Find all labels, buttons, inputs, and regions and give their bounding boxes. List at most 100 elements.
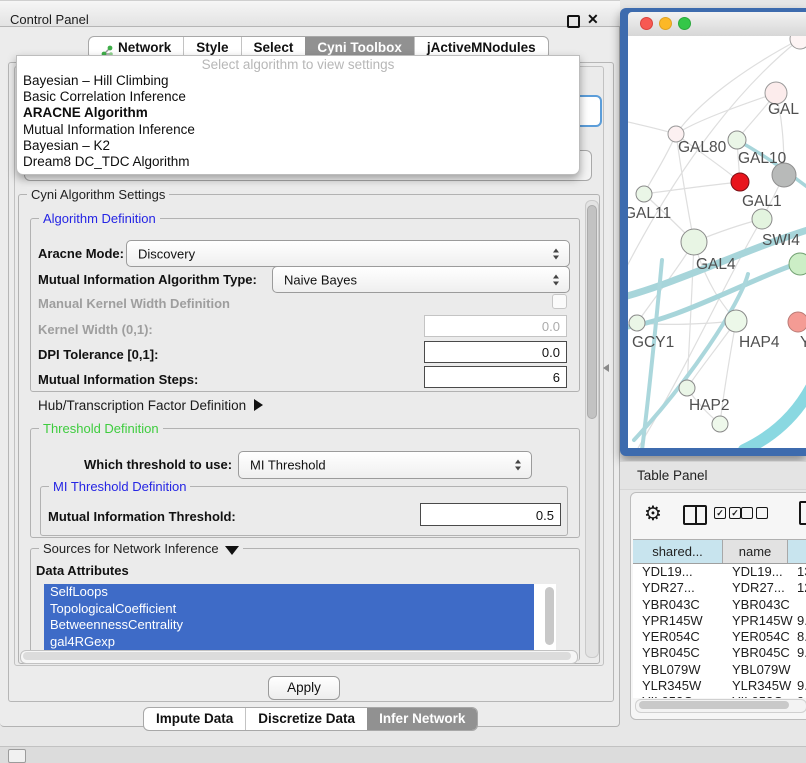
settings-vertical-scrollbar[interactable] (585, 200, 599, 658)
table-cell: YBR045C (723, 645, 788, 661)
aracne-mode-value: Discovery (138, 246, 195, 261)
zoom-light[interactable] (678, 17, 691, 30)
table-cell: YIL052C (633, 694, 723, 698)
table-cell: YPR145W (723, 613, 788, 629)
network-node-label: Y (800, 334, 806, 351)
attribute-item-selected[interactable]: BetweennessCentrality (44, 617, 534, 634)
column-header[interactable]: shared... (633, 540, 723, 563)
close-icon[interactable]: ✕ (587, 11, 599, 28)
algorithm-option[interactable]: Bayesian – K2 (23, 138, 573, 154)
table-row[interactable]: YDR27...YDR27...12 (633, 580, 806, 596)
float-window-icon[interactable] (567, 15, 580, 28)
table-cell (788, 597, 806, 613)
sources-legend[interactable]: Sources for Network Inference (39, 541, 243, 556)
table-row[interactable]: YPR145WYPR145W9. (633, 613, 806, 629)
network-edge-highlighted (744, 382, 806, 448)
control-panel-title: Control Panel (10, 12, 89, 27)
algorithm-option[interactable]: Basic Correlation Inference (23, 89, 573, 105)
settings-horizontal-scrollbar[interactable] (20, 650, 578, 664)
table-row[interactable]: YIL052CYIL052C9 (633, 694, 806, 698)
deselect-all-columns-icon[interactable] (741, 507, 768, 519)
collapsed-panel-icon[interactable] (8, 749, 26, 763)
apply-button[interactable]: Apply (268, 676, 340, 700)
data-attributes-list[interactable]: SelfLoopsTopologicalCoefficientBetweenne… (44, 584, 556, 655)
cyni-bottom-tabs: Impute DataDiscretize DataInfer Network (143, 707, 478, 731)
network-canvas[interactable]: GALGAL80GAL10GAL1GAL11SWI4GAL4GCY1HAP4YH… (628, 36, 806, 448)
table-row[interactable]: YBR043CYBR043C (633, 597, 806, 613)
unchecked-box-icon (741, 507, 753, 519)
kernel-width-label: Kernel Width (0,1): (38, 322, 153, 337)
which-threshold-label: Which threshold to use: (84, 457, 232, 472)
algorithm-option[interactable]: ARACNE Algorithm (23, 105, 573, 121)
dpi-tolerance-field[interactable]: 0.0 (424, 341, 567, 363)
network-node[interactable] (629, 315, 645, 331)
table-horizontal-scrollbar[interactable] (635, 699, 806, 713)
kernel-width-field[interactable]: 0.0 (424, 315, 567, 337)
mi-threshold-field[interactable]: 0.5 (420, 503, 561, 526)
gear-icon[interactable]: ⚙ (644, 501, 662, 526)
table-row[interactable]: YDL19...YDL19...13 (633, 564, 806, 580)
bottom-tab-infer-network[interactable]: Infer Network (367, 708, 477, 730)
column-header[interactable] (788, 540, 806, 563)
aracne-mode-select[interactable]: Discovery (126, 240, 570, 267)
algorithm-definition-legend: Algorithm Definition (39, 211, 160, 226)
network-node[interactable] (790, 36, 806, 49)
attribute-item-selected[interactable]: TopologicalCoefficient (44, 601, 534, 618)
bottom-tab-discretize-data[interactable]: Discretize Data (245, 708, 367, 730)
mi-algorithm-type-select[interactable]: Naive Bayes (272, 266, 570, 293)
select-all-columns-icon[interactable]: ✓ ✓ (714, 507, 741, 519)
list-scrollbar[interactable] (545, 587, 554, 645)
page-icon[interactable] (799, 501, 806, 525)
table-cell: YDR27... (723, 580, 788, 596)
mi-threshold-label: Mutual Information Threshold: (48, 509, 236, 524)
network-view-window[interactable]: GALGAL80GAL10GAL1GAL11SWI4GAL4GCY1HAP4YH… (620, 8, 806, 456)
minimize-light[interactable] (659, 17, 672, 30)
network-graph[interactable]: GALGAL80GAL10GAL1GAL11SWI4GAL4GCY1HAP4YH… (628, 36, 806, 448)
node-table: shared...name YDL19...YDL19...13YDR27...… (633, 539, 806, 698)
column-header[interactable]: name (723, 540, 788, 563)
manual-kernel-width-checkbox[interactable] (552, 294, 567, 309)
algorithm-option[interactable]: Mutual Information Inference (23, 122, 573, 138)
network-node-label: GAL10 (738, 150, 787, 167)
control-panel-titlebar[interactable] (0, 0, 620, 27)
panel-divider-arrow-icon[interactable] (603, 364, 609, 372)
network-node[interactable] (679, 380, 695, 396)
mi-threshold-definition-legend: MI Threshold Definition (49, 479, 190, 494)
network-edge (644, 182, 740, 194)
split-columns-icon[interactable] (683, 505, 707, 525)
algorithm-option[interactable]: Bayesian – Hill Climbing (23, 73, 573, 89)
network-node[interactable] (789, 253, 806, 275)
network-node[interactable] (752, 209, 772, 229)
table-row[interactable]: YBL079WYBL079W (633, 662, 806, 678)
network-window-titlebar[interactable] (628, 12, 806, 37)
table-row[interactable]: YER054CYER054C8. (633, 629, 806, 645)
hub-definition-expander[interactable]: Hub/Transcription Factor Definition (38, 398, 263, 413)
attribute-item-selected[interactable]: SelfLoops (44, 584, 534, 601)
network-node[interactable] (636, 186, 652, 202)
network-node-label: GAL (768, 101, 799, 118)
algorithm-option[interactable]: Dream8 DC_TDC Algorithm (23, 154, 573, 170)
network-node-label: GAL1 (742, 193, 782, 210)
network-node[interactable] (712, 416, 728, 432)
attribute-item-selected[interactable]: gal4RGexp (44, 634, 534, 651)
table-row[interactable]: YLR345WYLR345W9. (633, 678, 806, 694)
bottom-tab-impute-data[interactable]: Impute Data (144, 708, 245, 730)
table-row[interactable]: YBR045CYBR045C9. (633, 645, 806, 661)
table-cell: YER054C (723, 629, 788, 645)
expander-arrow-icon (254, 399, 263, 411)
network-node[interactable] (788, 312, 806, 332)
mi-steps-label: Mutual Information Steps: (38, 372, 198, 387)
table-cell: YDL19... (723, 564, 788, 580)
collapse-arrow-icon (225, 546, 239, 555)
network-node[interactable] (725, 310, 747, 332)
network-node[interactable] (681, 229, 707, 255)
network-node[interactable] (731, 173, 749, 191)
network-node-label: SWI4 (762, 232, 800, 249)
network-node-label: HAP2 (689, 397, 730, 414)
close-light[interactable] (640, 17, 653, 30)
mi-steps-field[interactable]: 6 (424, 366, 567, 388)
table-panel-titlebar[interactable]: Table Panel (620, 461, 806, 490)
network-node[interactable] (728, 131, 746, 149)
threshold-definition-legend: Threshold Definition (39, 421, 163, 436)
which-threshold-select[interactable]: MI Threshold (238, 451, 532, 479)
